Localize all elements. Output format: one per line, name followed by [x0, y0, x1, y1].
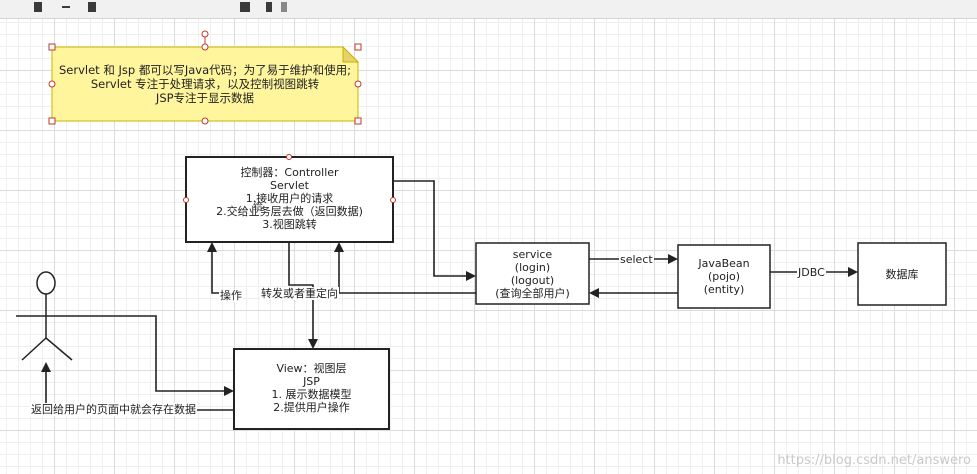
note-line-3: JSP专注于显示数据: [155, 91, 255, 105]
edge-controller-to-service: [393, 180, 476, 281]
javabean-line-1: JavaBean: [698, 257, 750, 270]
javabean-line-2: (pojo): [707, 270, 741, 283]
watermark: https://blog.csdn.net/answero: [777, 453, 971, 468]
javabean-line-3: (entity): [703, 283, 745, 296]
controller-line-2: Servlet: [270, 179, 309, 192]
controller-line-4: 2.交给业务层去做（返回数据): [216, 205, 363, 218]
edge-service-to-controller: [334, 242, 476, 294]
controller-text: 控制器：Controller Servlet 1.接收用户的请求 2.交给业务层…: [186, 166, 393, 231]
view-line-3: 1. 展示数据模型: [271, 388, 352, 401]
controller-line-3: 1.接收用户的请求: [245, 192, 334, 205]
edge-label-operate: 操作: [219, 289, 243, 302]
edge-view-to-controller: [207, 242, 234, 294]
service-line-4: (查询全部用户): [495, 287, 570, 300]
controller-line-5: 3.视图跳转: [262, 218, 317, 231]
javabean-text: JavaBean (pojo) (entity): [678, 257, 770, 296]
view-line-1: View：视图层: [276, 362, 347, 375]
edge-user-to-view: [78, 315, 234, 396]
service-line-3: (logout): [510, 274, 555, 287]
view-line-2: JSP: [303, 375, 320, 388]
edge-label-jdbc: JDBC: [797, 266, 826, 279]
database-label: 数据库: [885, 268, 919, 281]
note-line-2: Servlet 专注于处理请求，以及控制视图跳转: [90, 77, 320, 91]
controller-line-1: 控制器：Controller: [240, 166, 339, 179]
edge-label-return: 返回给用户的页面中就会存在数据: [30, 403, 197, 416]
service-line-2: (login): [514, 261, 551, 274]
note-line-1: Servlet 和 Jsp 都可以写Java代码；为了易于维护和使用;: [58, 63, 351, 77]
view-text: View：视图层 JSP 1. 展示数据模型 2.提供用户操作: [234, 362, 389, 414]
edge-label-forward: 转发或者重定向: [260, 287, 339, 300]
controller-overlap-char: 给: [253, 202, 263, 213]
edge-label-select: select: [619, 253, 654, 266]
service-text: service (login) (logout) (查询全部用户): [476, 248, 589, 300]
service-line-1: service: [512, 248, 553, 261]
view-line-4: 2.提供用户操作: [273, 401, 350, 414]
note-text: Servlet 和 Jsp 都可以写Java代码；为了易于维护和使用; Serv…: [52, 63, 358, 105]
user-figure: [16, 271, 78, 361]
